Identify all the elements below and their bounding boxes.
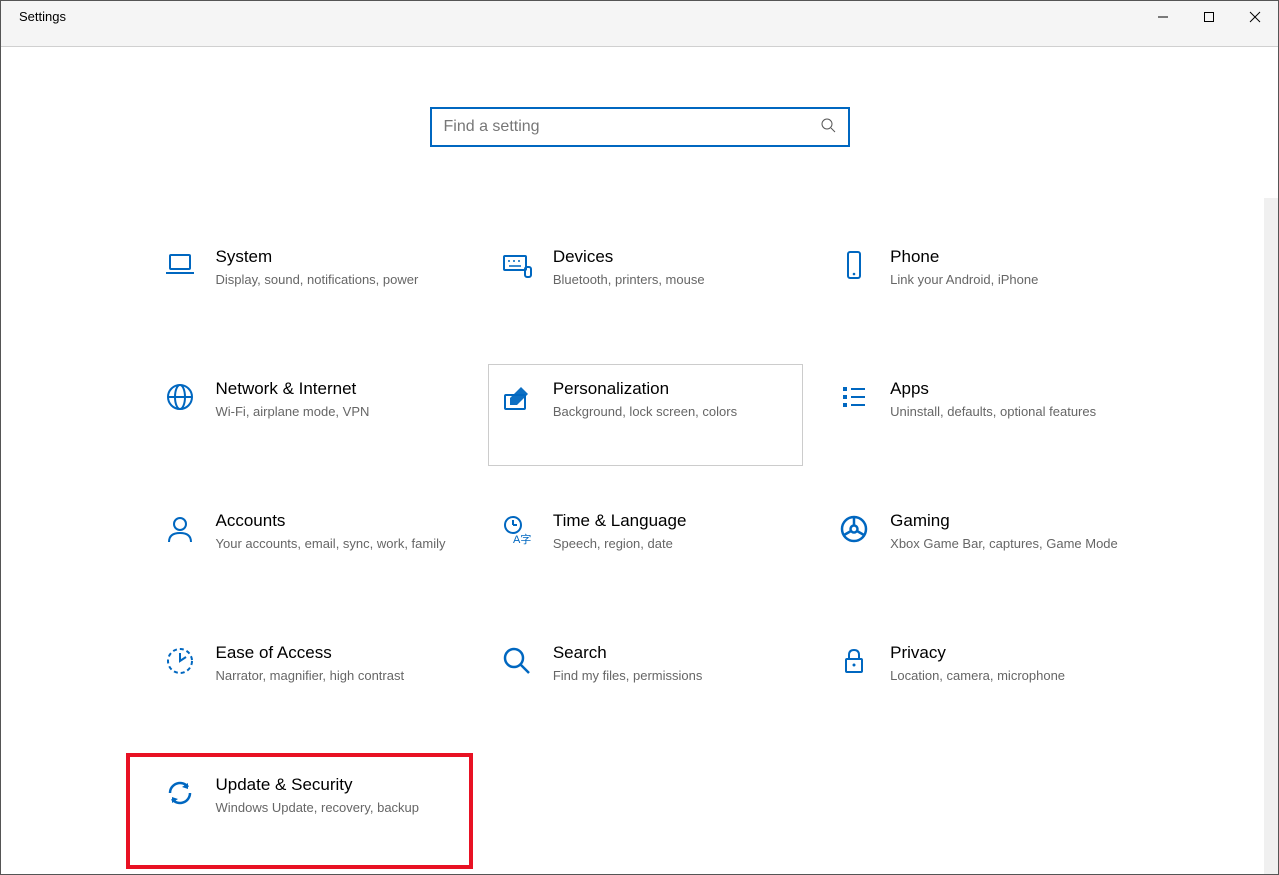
tile-title: Devices xyxy=(553,247,784,267)
tile-desc: Bluetooth, printers, mouse xyxy=(553,271,784,290)
tile-accounts[interactable]: Accounts Your accounts, email, sync, work… xyxy=(152,497,465,597)
scrollbar[interactable] xyxy=(1264,198,1278,874)
tile-title: System xyxy=(216,247,447,267)
keyboard-icon xyxy=(499,247,535,283)
lock-icon xyxy=(836,643,872,679)
phone-icon xyxy=(836,247,872,283)
time-icon xyxy=(499,511,535,547)
tile-title: Apps xyxy=(890,379,1121,399)
titlebar: Settings xyxy=(1,1,1278,47)
tile-search-tile[interactable]: Search Find my files, permissions xyxy=(489,629,802,729)
search-icon xyxy=(820,117,836,138)
tile-devices[interactable]: Devices Bluetooth, printers, mouse xyxy=(489,233,802,333)
tile-time[interactable]: Time & Language Speech, region, date xyxy=(489,497,802,597)
close-button[interactable] xyxy=(1232,1,1278,33)
tile-desc: Background, lock screen, colors xyxy=(553,403,784,422)
tile-title: Phone xyxy=(890,247,1121,267)
window-controls xyxy=(1140,1,1278,33)
tile-desc: Find my files, permissions xyxy=(553,667,784,686)
tile-system[interactable]: System Display, sound, notifications, pow… xyxy=(152,233,465,333)
window-title: Settings xyxy=(19,9,66,24)
minimize-button[interactable] xyxy=(1140,1,1186,33)
tile-title: Network & Internet xyxy=(216,379,447,399)
tile-title: Ease of Access xyxy=(216,643,447,663)
tile-personalize[interactable]: Personalization Background, lock screen, … xyxy=(488,364,803,466)
search-input[interactable] xyxy=(444,118,820,136)
tile-desc: Link your Android, iPhone xyxy=(890,271,1121,290)
tile-title: Time & Language xyxy=(553,511,784,531)
tile-network[interactable]: Network & Internet Wi-Fi, airplane mode, … xyxy=(152,365,465,465)
tile-phone[interactable]: Phone Link your Android, iPhone xyxy=(826,233,1139,333)
list-icon xyxy=(836,379,872,415)
pen-icon xyxy=(499,379,535,415)
tile-desc: Display, sound, notifications, power xyxy=(216,271,447,290)
tile-title: Accounts xyxy=(216,511,447,531)
tile-title: Gaming xyxy=(890,511,1121,531)
tile-apps[interactable]: Apps Uninstall, defaults, optional featur… xyxy=(826,365,1139,465)
tile-title: Personalization xyxy=(553,379,784,399)
search-tile-icon xyxy=(499,643,535,679)
maximize-button[interactable] xyxy=(1186,1,1232,33)
globe-icon xyxy=(162,379,198,415)
laptop-icon xyxy=(162,247,198,283)
tile-desc: Location, camera, microphone xyxy=(890,667,1121,686)
tile-desc: Xbox Game Bar, captures, Game Mode xyxy=(890,535,1121,554)
tile-desc: Your accounts, email, sync, work, family xyxy=(216,535,447,554)
tile-desc: Wi-Fi, airplane mode, VPN xyxy=(216,403,447,422)
tile-desc: Speech, region, date xyxy=(553,535,784,554)
search-box[interactable] xyxy=(430,107,850,147)
tile-title: Privacy xyxy=(890,643,1121,663)
tile-desc: Windows Update, recovery, backup xyxy=(216,799,447,818)
ease-icon xyxy=(162,643,198,679)
update-icon xyxy=(162,775,198,811)
tile-title: Update & Security xyxy=(216,775,447,795)
settings-grid: System Display, sound, notifications, pow… xyxy=(140,233,1140,861)
person-icon xyxy=(162,511,198,547)
tile-update[interactable]: Update & Security Windows Update, recover… xyxy=(152,761,465,861)
tile-ease[interactable]: Ease of Access Narrator, magnifier, high … xyxy=(152,629,465,729)
tile-desc: Uninstall, defaults, optional features xyxy=(890,403,1121,422)
gaming-icon xyxy=(836,511,872,547)
tile-privacy[interactable]: Privacy Location, camera, microphone xyxy=(826,629,1139,729)
tile-desc: Narrator, magnifier, high contrast xyxy=(216,667,447,686)
content-area: System Display, sound, notifications, pow… xyxy=(1,47,1278,861)
tile-gaming[interactable]: Gaming Xbox Game Bar, captures, Game Mode xyxy=(826,497,1139,597)
tile-title: Search xyxy=(553,643,784,663)
